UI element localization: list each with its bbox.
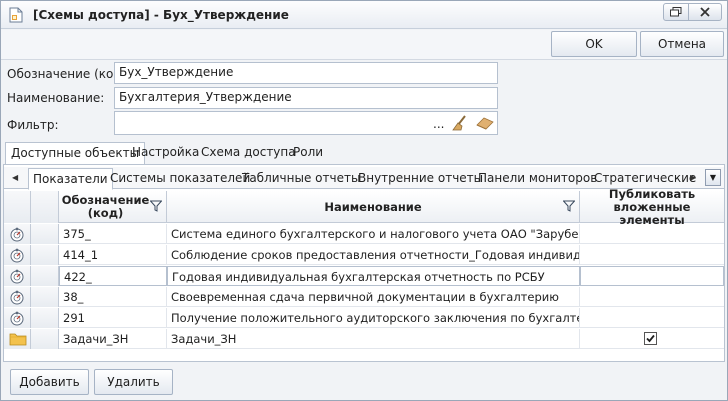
row-selector[interactable] — [31, 329, 59, 349]
row-icon-cell — [4, 245, 31, 265]
row-header-corner — [4, 191, 31, 223]
column-header-publish-label: Публиковать вложенные элементы — [608, 186, 696, 227]
table-row-current[interactable]: 422_ Годовая индивидуальная бухгалтерска… — [4, 266, 724, 286]
filter-ellipsis[interactable]: ... — [433, 117, 444, 131]
scroll-right-icon[interactable]: ▶ — [690, 173, 696, 182]
bottom-button-panel: Добавить Удалить — [1, 363, 727, 400]
row-selector[interactable] — [31, 308, 59, 328]
cell-name[interactable]: Годовая индивидуальная бухгалтерская отч… — [167, 266, 580, 286]
filter-field[interactable]: ... — [114, 111, 498, 135]
name-field[interactable]: Бухгалтерия_Утверждение — [114, 87, 498, 109]
row-icon-cell — [4, 224, 31, 244]
available-objects-panel: ◀ Показатели Системы показателей Табличн… — [3, 164, 725, 362]
tab-access-scheme[interactable]: Схема доступа — [196, 142, 301, 164]
row-icon-cell — [4, 308, 31, 328]
table-row[interactable]: 38_ Своевременная сдача первичной докуме… — [4, 287, 724, 307]
grid-header: Обозначение (код) Наименование Публикова… — [4, 187, 724, 226]
dialog-window: [Схемы доступа] - Бух_Утверждение OK Отм… — [0, 0, 728, 401]
column-header-name[interactable]: Наименование — [167, 191, 580, 223]
top-button-panel: OK Отмена — [1, 30, 727, 60]
row-icon-cell — [4, 266, 31, 286]
cell-name[interactable]: Система единого бухгалтерского и налогов… — [167, 224, 580, 244]
code-field[interactable]: Бух_Утверждение — [114, 62, 498, 84]
subtab-indicators[interactable]: Показатели — [28, 168, 113, 190]
cell-publish[interactable] — [580, 308, 724, 328]
restore-icon — [670, 7, 682, 17]
subtab-table-reports[interactable]: Табличные отчеты — [238, 168, 364, 189]
cell-code[interactable]: 38_ — [59, 287, 167, 307]
publish-checkbox[interactable] — [644, 332, 657, 345]
cell-publish[interactable] — [580, 224, 724, 244]
row-selector[interactable] — [31, 287, 59, 307]
document-icon — [9, 7, 23, 23]
cancel-button[interactable]: Отмена — [640, 31, 724, 57]
cell-name[interactable]: Своевременная сдача первичной документац… — [167, 287, 580, 307]
column-header-name-label: Наименование — [324, 199, 422, 214]
eraser-icon[interactable] — [475, 115, 495, 131]
cell-publish[interactable] — [580, 266, 724, 286]
filter-label: Фильтр: — [7, 118, 59, 132]
subtab-strategic[interactable]: Стратегические — [590, 168, 700, 189]
cell-name[interactable]: Задачи_ЗН — [167, 329, 580, 349]
code-label: Обозначение (код): — [7, 67, 131, 81]
tab-available-objects[interactable]: Доступные объекты — [5, 142, 146, 165]
cell-publish[interactable] — [580, 245, 724, 265]
close-button[interactable] — [688, 3, 722, 21]
indicator-icon — [10, 311, 24, 326]
cell-name[interactable]: Соблюдение сроков предоставления отчетно… — [167, 245, 580, 265]
ok-button[interactable]: OK — [551, 31, 637, 57]
tab-settings[interactable]: Настройка — [127, 142, 204, 164]
table-row[interactable]: 375_ Система единого бухгалтерского и на… — [4, 224, 724, 244]
row-icon-cell — [4, 329, 31, 349]
maximize-button[interactable] — [663, 3, 689, 21]
filter-icon[interactable] — [563, 200, 575, 212]
column-header-code[interactable]: Обозначение (код) — [59, 191, 167, 223]
name-label: Наименование: — [7, 91, 105, 105]
row-selector[interactable] — [31, 266, 59, 286]
close-icon — [700, 7, 710, 17]
sub-tab-strip: ◀ Показатели Системы показателей Табличн… — [4, 167, 724, 190]
subtab-internal-reports[interactable]: Внутренние отчеты — [354, 168, 487, 189]
indicator-icon — [10, 269, 24, 284]
filter-icon[interactable] — [150, 200, 162, 212]
table-row[interactable]: 414_1 Соблюдение сроков предоставления о… — [4, 245, 724, 265]
cell-name[interactable]: Получение положительного аудиторского за… — [167, 308, 580, 328]
indicator-icon — [10, 248, 24, 263]
row-icon-cell — [4, 287, 31, 307]
tab-list-dropdown[interactable]: ▼ — [705, 169, 721, 186]
column-header-publish[interactable]: Публиковать вложенные элементы — [580, 187, 724, 226]
cell-publish[interactable] — [580, 329, 724, 349]
checkmark-icon — [646, 334, 655, 343]
chevron-down-icon: ▼ — [709, 173, 717, 182]
subtab-monitor-panels[interactable]: Панели мониторов — [474, 168, 601, 189]
cell-code[interactable]: Задачи_ЗН — [59, 329, 167, 349]
row-selector[interactable] — [31, 245, 59, 265]
title-bar: [Схемы доступа] - Бух_Утверждение — [1, 1, 727, 29]
row-selector-header — [31, 191, 59, 223]
scroll-left-icon[interactable]: ◀ — [12, 173, 18, 182]
folder-icon — [9, 333, 27, 346]
subtab-indicator-systems[interactable]: Системы показателей — [106, 168, 254, 189]
column-header-code-label: Обозначение (код) — [61, 193, 150, 220]
tab-roles[interactable]: Роли — [288, 142, 328, 164]
cell-code[interactable]: 291 — [59, 308, 167, 328]
cell-publish[interactable] — [580, 287, 724, 307]
row-selector[interactable] — [31, 224, 59, 244]
delete-button[interactable]: Удалить — [94, 369, 173, 395]
add-button[interactable]: Добавить — [10, 369, 89, 395]
window-title: [Схемы доступа] - Бух_Утверждение — [33, 8, 289, 22]
cell-code[interactable]: 422_ — [59, 266, 167, 286]
broom-icon[interactable] — [452, 114, 472, 132]
table-row[interactable]: 291 Получение положительного аудиторског… — [4, 308, 724, 328]
indicator-icon — [10, 290, 24, 305]
cell-code[interactable]: 375_ — [59, 224, 167, 244]
table-row[interactable]: Задачи_ЗН Задачи_ЗН — [4, 329, 724, 349]
cell-code[interactable]: 414_1 — [59, 245, 167, 265]
indicator-icon — [10, 227, 24, 242]
